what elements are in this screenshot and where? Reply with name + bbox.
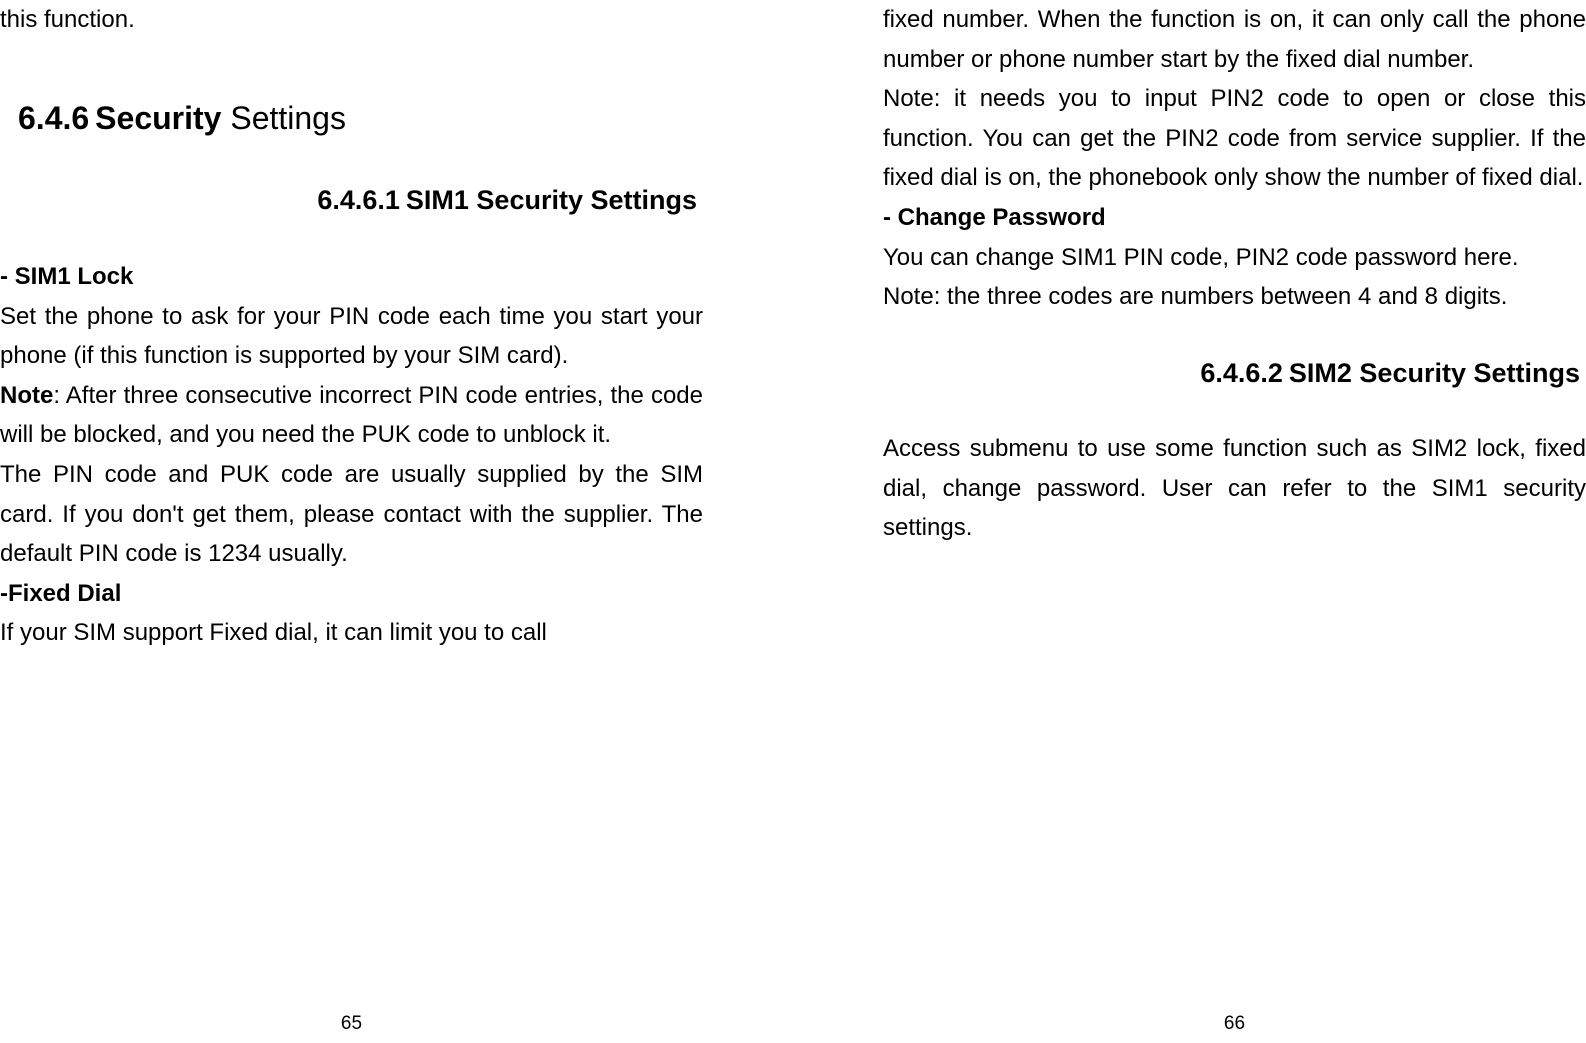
intro-text: this function. [0,0,703,40]
heading-number: 6.4.6 [18,100,89,136]
paragraph-sim2: Access submenu to use some function such… [883,429,1586,548]
page-left: this function. 6.4.6Security Settings 6.… [0,0,793,1043]
page-right-content: fixed number. When the function is on, i… [883,0,1586,1003]
heading3-number-2: 6.4.6.2 [1200,358,1283,388]
paragraph-code-digits: Note: the three codes are numbers betwee… [883,277,1586,317]
heading-word-bold: Security [95,100,221,136]
heading-sim2-security: 6.4.6.2SIM2 Security Settings [883,351,1586,396]
page-left-content: this function. 6.4.6Security Settings 6.… [0,0,703,1003]
page-number-right: 66 [883,1003,1586,1043]
heading-security-settings: 6.4.6Security Settings [0,92,703,145]
paragraph-fixed-number: fixed number. When the function is on, i… [883,0,1586,79]
heading-sim1-security: 6.4.6.1SIM1 Security Settings [0,178,703,223]
heading3-title: SIM1 Security Settings [406,185,697,215]
subheading-change-password: - Change Password [883,198,1586,238]
note-text: : After three consecutive incorrect PIN … [0,382,703,449]
paragraph-change-password: You can change SIM1 PIN code, PIN2 code … [883,238,1586,278]
subheading-fixed-dial: -Fixed Dial [0,574,703,614]
paragraph-pin-puk: The PIN code and PUK code are usually su… [0,455,703,574]
paragraph-pin2-note: Note: it needs you to input PIN2 code to… [883,79,1586,198]
page-right: fixed number. When the function is on, i… [793,0,1586,1043]
heading3-number: 6.4.6.1 [317,185,400,215]
subheading-sim1-lock: - SIM1 Lock [0,257,703,297]
note-label: Note [0,382,53,409]
heading-word-regular: Settings [221,100,346,136]
paragraph-sim1-lock: Set the phone to ask for your PIN code e… [0,297,703,376]
paragraph-fixed-dial: If your SIM support Fixed dial, it can l… [0,613,703,653]
paragraph-note: Note: After three consecutive incorrect … [0,376,703,455]
page-number-left: 65 [0,1003,703,1043]
heading3-title-2: SIM2 Security Settings [1289,358,1580,388]
